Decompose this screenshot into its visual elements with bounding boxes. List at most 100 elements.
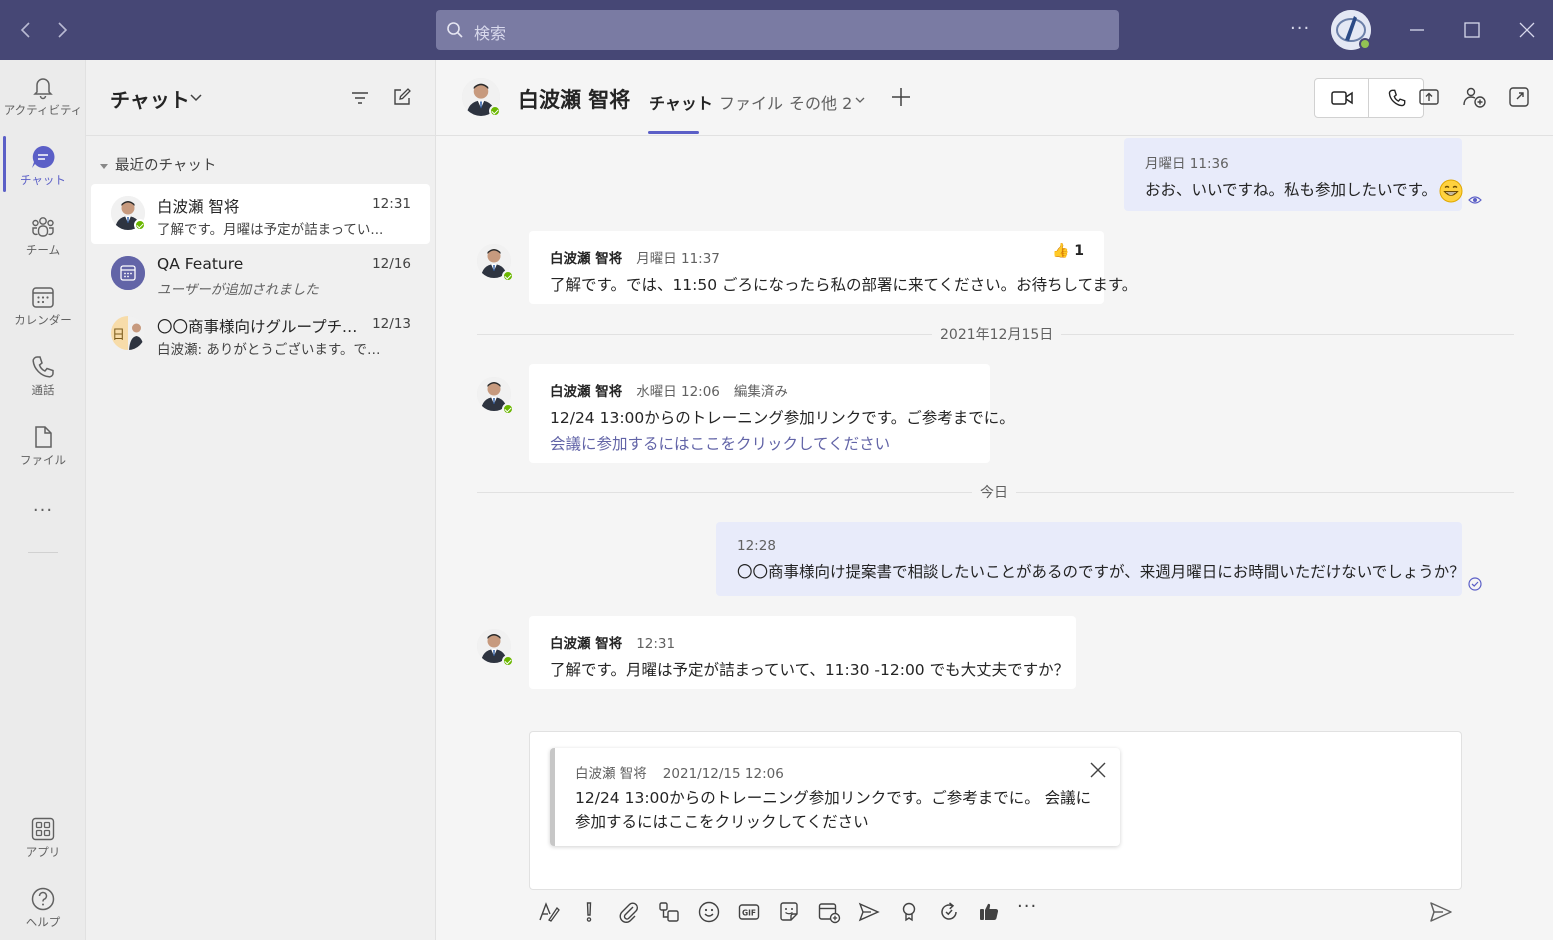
- rail-item-chat[interactable]: チャット: [0, 136, 86, 198]
- sticker-icon[interactable]: [777, 900, 801, 924]
- rail-item-calls[interactable]: 通話: [0, 346, 86, 408]
- online-status-icon: [502, 655, 514, 667]
- add-tab-icon[interactable]: [890, 86, 912, 108]
- tab-files[interactable]: ファイル: [719, 90, 783, 114]
- quote-text: 12/24 13:00からのトレーニング参加リンクです。ご参考までに。 会議に参…: [575, 789, 1092, 831]
- schedule-meeting-icon[interactable]: [817, 900, 841, 924]
- important-icon[interactable]: [577, 900, 601, 924]
- read-check-icon: [1468, 577, 1482, 591]
- online-status-icon: [134, 219, 146, 231]
- more-options-icon[interactable]: ···: [1290, 18, 1310, 39]
- rail-label: カレンダー: [14, 313, 72, 327]
- stream-icon[interactable]: [857, 900, 881, 924]
- reply-quote-card: 白波瀬 智将 2021/12/15 12:06 12/24 13:00からのトレー…: [550, 748, 1120, 846]
- rail-label: アクティビティ: [3, 103, 83, 117]
- message-author: 白波瀬 智将: [550, 636, 623, 652]
- meeting-join-link[interactable]: 会議に参加するにはここをクリックしてください: [550, 432, 970, 454]
- caret-down-icon: [100, 163, 108, 169]
- reaction-badge[interactable]: 👍 1: [1052, 243, 1084, 259]
- rail-label: 通話: [31, 383, 55, 397]
- loop-component-icon[interactable]: [657, 900, 681, 924]
- message-bubble-theirs[interactable]: 白波瀬 智将 12:31 了解です。月曜は予定が詰まっていて、11:30 -12:…: [529, 616, 1076, 689]
- share-screen-icon[interactable]: [1418, 86, 1440, 108]
- close-window-icon[interactable]: [1515, 18, 1539, 42]
- recent-chats-section[interactable]: 最近のチャット: [100, 154, 216, 175]
- message-text: 12/24 13:00からのトレーニング参加リンクです。ご参考までに。: [550, 409, 1015, 427]
- section-label: 最近のチャット: [115, 158, 217, 174]
- message-text: 了解です。では、11:50 ごろになったら私の部署に来てください。お待ちしてます…: [550, 276, 1138, 294]
- message-meta: 12:28: [737, 538, 776, 554]
- rail-item-activity[interactable]: アクティビティ: [0, 66, 86, 128]
- chat-item-name: 白波瀬 智将: [157, 198, 240, 216]
- quote-time: 2021/12/15 12:06: [662, 766, 784, 782]
- approvals-icon[interactable]: [977, 900, 1001, 924]
- compose-box[interactable]: 白波瀬 智将 2021/12/15 12:06 12/24 13:00からのトレー…: [529, 731, 1462, 890]
- compose-toolbar: GIF ···: [529, 896, 1462, 928]
- seen-eye-icon: [1468, 193, 1482, 207]
- edited-label: 編集済み: [733, 384, 788, 400]
- message-bubble-theirs[interactable]: 白波瀬 智将 月曜日 11:37 了解です。では、11:50 ごろになったら私の部…: [529, 231, 1138, 304]
- svg-text:GIF: GIF: [742, 909, 756, 918]
- maximize-icon[interactable]: [1460, 18, 1484, 42]
- quote-author: 白波瀬 智将: [575, 766, 647, 782]
- bell-icon: [30, 74, 56, 100]
- file-icon: [30, 424, 56, 450]
- pop-out-icon[interactable]: [1508, 86, 1530, 108]
- message-meta: 白波瀬 智将 月曜日 11:37: [550, 247, 1084, 267]
- message-bubble-mine[interactable]: 12:28 〇〇商事様向け提案書で相談したいことがあるのですが、来週月曜日にお時…: [716, 522, 1465, 596]
- message-text: 〇〇商事様向け提案書で相談したいことがあるのですが、来週月曜日にお時間いただけな…: [737, 563, 1465, 581]
- more-options-icon[interactable]: ···: [1017, 896, 1041, 920]
- tab-chat[interactable]: チャット: [649, 90, 713, 114]
- profile-status-icon: [1359, 38, 1371, 50]
- message-time: 12:31: [636, 636, 676, 652]
- chat-item-group-chat[interactable]: 日 〇〇商事様向けグループチャ... 12/13 白波瀬: ありがとうございます…: [91, 304, 430, 364]
- apps-icon: [30, 816, 56, 842]
- rail-item-calendar[interactable]: カレンダー: [0, 276, 86, 338]
- search-input[interactable]: 検索: [436, 10, 1119, 50]
- emoji-icon[interactable]: [697, 900, 721, 924]
- audio-call-button[interactable]: [1370, 79, 1424, 117]
- grin-emoji-icon: [1439, 179, 1463, 203]
- rail-label: チーム: [25, 243, 61, 257]
- message-meta: 月曜日 11:36: [1145, 156, 1229, 172]
- format-icon[interactable]: [537, 900, 561, 924]
- message-text: おお、いいですね。私も参加したいです。: [1145, 178, 1463, 203]
- message-bubble-mine[interactable]: 月曜日 11:36 おお、いいですね。私も参加したいです。: [1124, 138, 1463, 211]
- rail-item-help[interactable]: ヘルプ: [0, 878, 86, 940]
- rail-item-files[interactable]: ファイル: [0, 416, 86, 478]
- message-time: 月曜日 11:37: [636, 251, 720, 267]
- message-author: 白波瀬 智将: [550, 384, 623, 400]
- rail-item-teams[interactable]: チーム: [0, 206, 86, 268]
- video-camera-icon: [1330, 91, 1353, 105]
- add-people-icon[interactable]: [1462, 86, 1486, 108]
- update-icon[interactable]: [937, 900, 961, 924]
- message-text: 了解です。月曜は予定が詰まっていて、11:30 -12:00 でも大丈夫ですか？: [550, 661, 1070, 679]
- more-apps-icon[interactable]: ···: [0, 500, 86, 521]
- online-status-icon: [489, 105, 501, 117]
- quote-meta: 白波瀬 智将 2021/12/15 12:06: [575, 762, 784, 782]
- teams-icon: [30, 214, 56, 240]
- conversation-title: 白波瀬 智将: [518, 88, 631, 112]
- attach-icon[interactable]: [617, 900, 641, 924]
- tab-more[interactable]: その他 2: [789, 90, 852, 114]
- send-icon[interactable]: [1428, 899, 1454, 925]
- chevron-down-icon[interactable]: [188, 90, 204, 106]
- chat-list-title[interactable]: チャット: [110, 84, 190, 113]
- message-meta: 白波瀬 智将 水曜日 12:06 編集済み: [550, 380, 970, 400]
- chat-item-qa-feature[interactable]: QA Feature 12/16 ユーザーが追加されました: [91, 244, 430, 304]
- date-divider: 今日: [477, 482, 1514, 502]
- filter-icon[interactable]: [350, 88, 370, 108]
- rail-label: チャット: [20, 173, 66, 187]
- back-arrow-icon[interactable]: [14, 18, 38, 42]
- rail-item-apps[interactable]: アプリ: [0, 808, 86, 870]
- close-icon[interactable]: [1088, 760, 1108, 780]
- gif-icon[interactable]: GIF: [737, 900, 761, 924]
- praise-icon[interactable]: [897, 900, 921, 924]
- message-bubble-theirs[interactable]: 白波瀬 智将 水曜日 12:06 編集済み 12/24 13:00からのトレーニング…: [529, 364, 1015, 463]
- new-chat-icon[interactable]: [392, 87, 412, 107]
- forward-arrow-icon[interactable]: [50, 18, 74, 42]
- divider-label: 2021年12月15日: [932, 324, 1062, 344]
- chat-item-shirahase[interactable]: 白波瀬 智将 12:31 了解です。月曜は予定が詰まってい...: [91, 184, 430, 244]
- video-call-button[interactable]: [1315, 79, 1369, 117]
- minimize-icon[interactable]: [1405, 18, 1429, 42]
